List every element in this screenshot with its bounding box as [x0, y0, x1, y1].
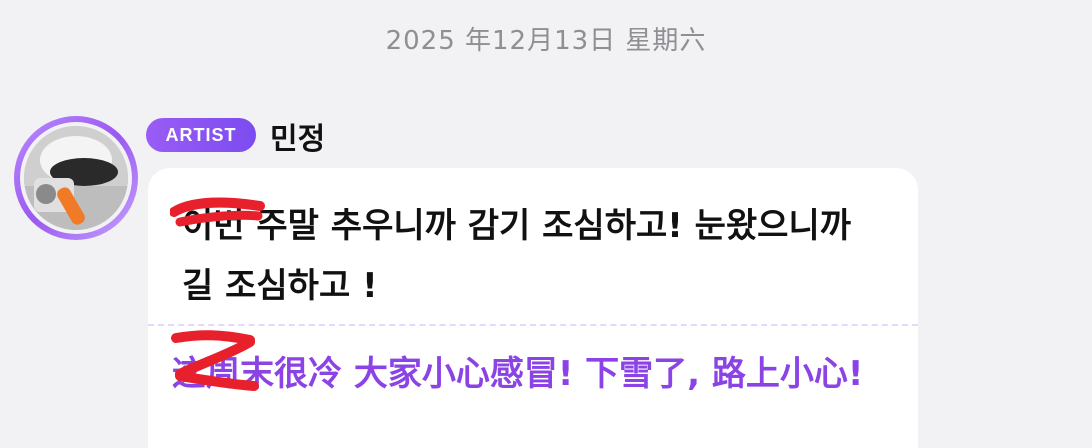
redaction-mark — [170, 197, 265, 227]
message-bubble[interactable]: 이번 주말 추우니까 감기 조심하고! 눈왔으니까 길 조심하고 ! 这周末很冷… — [148, 168, 918, 448]
avatar[interactable] — [14, 116, 138, 240]
date-header: 2025 年12月13日 星期六 — [385, 26, 707, 56]
divider — [148, 324, 918, 326]
message-korean: 이번 주말 추우니까 감기 조심하고! 눈왔으니까 길 조심하고 ! — [182, 206, 852, 306]
redaction-mark — [171, 330, 259, 391]
avatar-image — [24, 126, 128, 230]
artist-badge: ARTIST — [146, 118, 256, 152]
sender-name[interactable]: 민정 — [270, 114, 325, 158]
message-chinese: 这周末很冷 大家小心感冒! 下雪了, 路上小心! — [172, 354, 864, 394]
chat-screen: 2025 年12月13日 星期六 ARTIST 민정 이번 주말 추우니까 감기… — [0, 0, 1092, 448]
